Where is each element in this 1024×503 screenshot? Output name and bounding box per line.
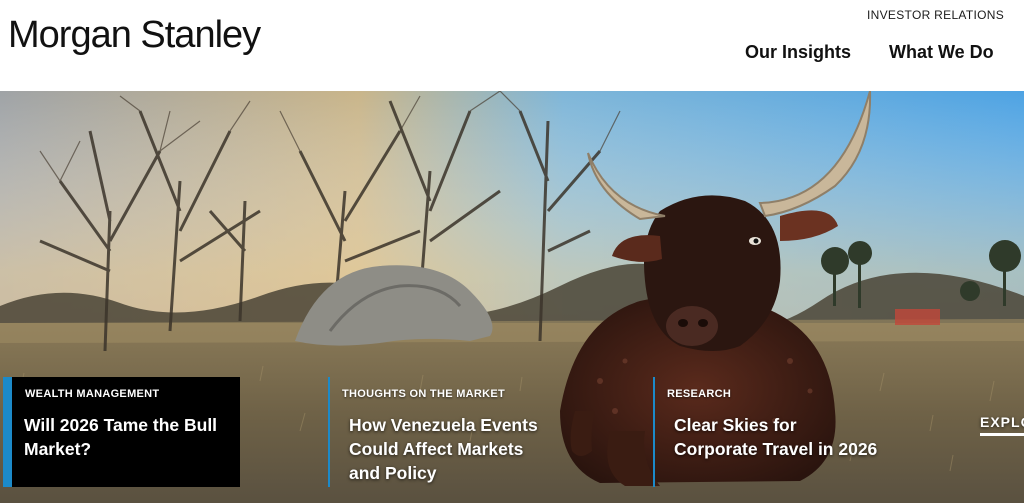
- explore-link[interactable]: EXPLO: [980, 414, 1024, 430]
- card-category: THOUGHTS ON THE MARKET: [342, 388, 506, 400]
- card-title[interactable]: Will 2026 Tame the Bull Market?: [24, 413, 229, 461]
- morgan-stanley-logo[interactable]: Morgan Stanley: [8, 12, 261, 58]
- card-title[interactable]: Clear Skies for Corporate Travel in 2026: [674, 413, 879, 461]
- card-title[interactable]: How Venezuela Events Could Affect Market…: [349, 413, 554, 485]
- site-header: Morgan Stanley INVESTOR RELATIONS Our In…: [0, 0, 1024, 91]
- story-card-wealth-management[interactable]: WEALTH MANAGEMENT Will 2026 Tame the Bul…: [3, 377, 240, 487]
- investor-relations-link[interactable]: INVESTOR RELATIONS: [867, 8, 1004, 22]
- card-category: RESEARCH: [667, 388, 732, 400]
- story-card-thoughts-on-the-market[interactable]: THOUGHTS ON THE MARKET How Venezuela Eve…: [328, 377, 568, 487]
- nav-what-we-do[interactable]: What We Do: [889, 42, 994, 63]
- story-card-research[interactable]: RESEARCH Clear Skies for Corporate Trave…: [653, 377, 893, 487]
- card-category: WEALTH MANAGEMENT: [25, 388, 160, 400]
- explore-underline: [980, 433, 1024, 436]
- nav-our-insights[interactable]: Our Insights: [745, 42, 851, 63]
